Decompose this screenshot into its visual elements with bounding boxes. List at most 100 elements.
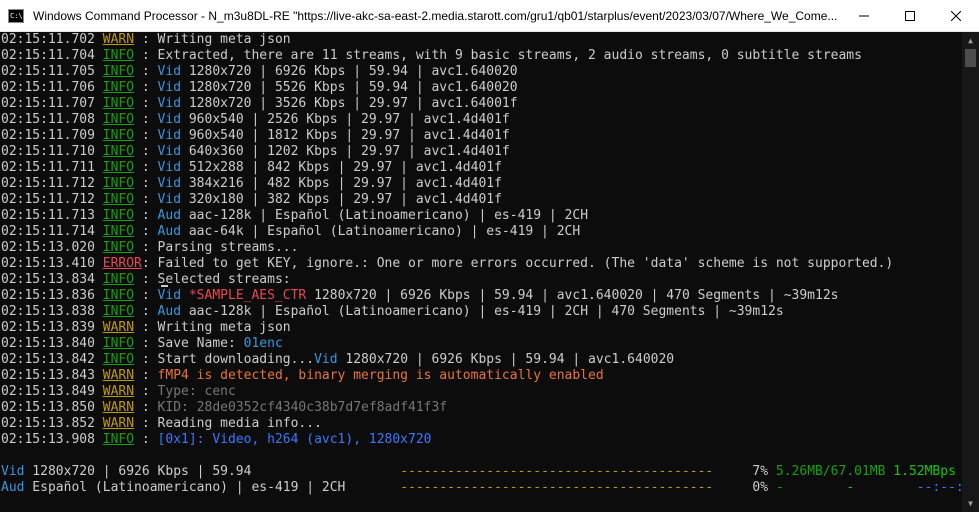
log-level: INFO	[102, 352, 135, 367]
log-level: INFO	[102, 144, 135, 159]
log-level: INFO	[102, 112, 135, 127]
log-line: 02:15:11.704 INFO : Extracted, there are…	[1, 48, 862, 63]
log-message-part: Vid	[314, 352, 338, 367]
log-level: INFO	[102, 304, 135, 319]
log-timestamp: 02:15:13.838	[1, 304, 95, 319]
scrollbar-thumb[interactable]	[965, 49, 976, 67]
log-level: INFO	[102, 64, 135, 79]
cmd-app-icon[interactable]: C:\	[8, 8, 24, 23]
log-message-part: Failed to get KEY, ignore.: One or more …	[157, 256, 894, 271]
log-level: WARN	[102, 368, 135, 383]
log-message-part: Vid	[157, 160, 182, 175]
log-timestamp: 02:15:11.705	[1, 64, 95, 79]
log-line: 02:15:11.707 INFO : Vid 1280x720 | 3526 …	[1, 96, 518, 111]
log-line: 02:15:11.706 INFO : Vid 1280x720 | 5526 …	[1, 80, 518, 95]
title-bar: C:\ Windows Command Processor - N_m3u8DL…	[0, 0, 979, 32]
console-output[interactable]: 02:15:11.702 WARN : Writing meta json 02:…	[0, 32, 962, 512]
log-timestamp: 02:15:11.710	[1, 144, 95, 159]
log-timestamp: 02:15:13.852	[1, 416, 95, 431]
log-timestamp: 02:15:11.712	[1, 192, 95, 207]
log-message-part: 01enc	[243, 336, 283, 351]
log-message-part: Start downloading...	[157, 352, 315, 367]
log-message-part: *SAMPLE_AES_CTR	[181, 288, 307, 303]
progress-speed: -	[846, 480, 855, 495]
progress-percent: 0%	[752, 480, 769, 495]
log-line: 02:15:11.712 INFO : Vid 320x180 | 382 Kb…	[1, 192, 502, 207]
log-level: INFO	[102, 208, 135, 223]
log-message-part: 320x180 | 382 Kbps | 29.97 | avc1.4d401f	[181, 192, 502, 207]
log-timestamp: 02:15:13.834	[1, 272, 95, 287]
log-line: 02:15:11.713 INFO : Aud aac-128k | Españ…	[1, 208, 589, 223]
log-timestamp: 02:15:11.706	[1, 80, 95, 95]
log-level: INFO	[102, 224, 135, 239]
log-line: 02:15:13.843 WARN : fMP4 is detected, bi…	[1, 368, 604, 383]
log-message-part: Vid	[157, 128, 182, 143]
log-level: WARN	[102, 400, 135, 415]
log-level: INFO	[102, 272, 135, 287]
log-message-part: Vid	[157, 80, 182, 95]
log-line: 02:15:13.020 INFO : Parsing streams...	[1, 240, 299, 255]
log-message-part: 640x360 | 1202 Kbps | 29.97 | avc1.4d401…	[181, 144, 510, 159]
progress-kind: Vid	[1, 464, 25, 479]
log-timestamp: 02:15:13.850	[1, 400, 95, 415]
log-timestamp: 02:15:11.702	[1, 32, 95, 47]
log-message-part: Vid	[157, 112, 182, 127]
log-message-part: Vid	[157, 144, 182, 159]
log-message-part: 960x540 | 2526 Kbps | 29.97 | avc1.4d401…	[181, 112, 510, 127]
log-line: 02:15:13.850 WARN : KID: 28de0352cf4340c…	[1, 400, 448, 415]
scroll-down-icon[interactable]: ▼	[962, 495, 979, 512]
log-message-part: Type: cenc	[157, 384, 236, 399]
minimize-icon	[859, 15, 869, 17]
log-message-part: Aud	[157, 304, 182, 319]
vertical-scrollbar[interactable]: ▲ ▼	[962, 32, 979, 512]
close-icon	[951, 11, 961, 21]
progress-row: Aud Español (Latinoamericano) | es-419 |…	[0, 480, 962, 496]
log-message-part: Writing meta json	[157, 32, 291, 47]
log-line: 02:15:13.834 INFO : Selected streams:	[1, 272, 291, 287]
log-message-part: fMP4 is detected, binary merging is auto…	[157, 368, 604, 383]
log-timestamp: 02:15:11.712	[1, 176, 95, 191]
log-level: WARN	[102, 320, 135, 335]
log-line: 02:15:11.711 INFO : Vid 512x288 | 842 Kb…	[1, 160, 502, 175]
log-line: 02:15:13.840 INFO : Save Name: 01enc	[1, 336, 283, 351]
maximize-button[interactable]	[887, 0, 933, 32]
log-timestamp: 02:15:11.711	[1, 160, 95, 175]
log-line: 02:15:13.410 ERROR: Failed to get KEY, i…	[1, 256, 894, 271]
log-timestamp: 02:15:11.709	[1, 128, 95, 143]
log-timestamp: 02:15:13.840	[1, 336, 95, 351]
scroll-up-icon[interactable]: ▲	[962, 32, 979, 49]
progress-size: 5.26MB/67.01MB	[775, 464, 886, 479]
log-level: WARN	[102, 384, 135, 399]
log-timestamp: 02:15:13.839	[1, 320, 95, 335]
log-level: INFO	[102, 128, 135, 143]
log-timestamp: 02:15:13.020	[1, 240, 95, 255]
log-timestamp: 02:15:11.714	[1, 224, 95, 239]
log-level: INFO	[102, 432, 135, 447]
log-message-part: Parsing streams...	[157, 240, 299, 255]
minimize-button[interactable]	[841, 0, 887, 32]
log-message-part: 1280x720 | 5526 Kbps | 59.94 | avc1.6400…	[181, 80, 518, 95]
log-level: INFO	[102, 48, 135, 63]
log-line: 02:15:13.849 WARN : Type: cenc	[1, 384, 236, 399]
log-line: 02:15:11.709 INFO : Vid 960x540 | 1812 K…	[1, 128, 510, 143]
log-message-part: Vid	[157, 176, 182, 191]
log-message-part: 1280x720 | 6926 Kbps | 59.94 | avc1.6400…	[181, 64, 518, 79]
log-timestamp: 02:15:13.410	[1, 256, 95, 271]
log-line: 02:15:11.702 WARN : Writing meta json	[1, 32, 291, 47]
log-message-part: aac-64k | Español (Latinoamericano) | es…	[181, 224, 581, 239]
log-line: 02:15:13.852 WARN : Reading media info..…	[1, 416, 322, 431]
log-message-part: 512x288 | 842 Kbps | 29.97 | avc1.4d401f	[181, 160, 502, 175]
maximize-icon	[905, 11, 915, 21]
log-message-part: Vid	[157, 96, 182, 111]
log-message-part: Vid	[157, 192, 182, 207]
log-level: INFO	[102, 80, 135, 95]
progress-bar: ----------------------------------------	[400, 480, 714, 495]
log-message-part: 1280x720 | 6926 Kbps | 59.94 | avc1.6400…	[306, 288, 839, 303]
log-message-part: aac-128k | Español (Latinoamericano) | e…	[181, 208, 589, 223]
log-level: INFO	[102, 96, 135, 111]
log-message-part: 384x216 | 482 Kbps | 29.97 | avc1.4d401f	[181, 176, 502, 191]
close-button[interactable]	[933, 0, 979, 32]
progress-percent: 7%	[752, 464, 769, 479]
log-message-part: KID: 28de0352cf4340c38b7d7ef8adf41f3f	[157, 400, 448, 415]
